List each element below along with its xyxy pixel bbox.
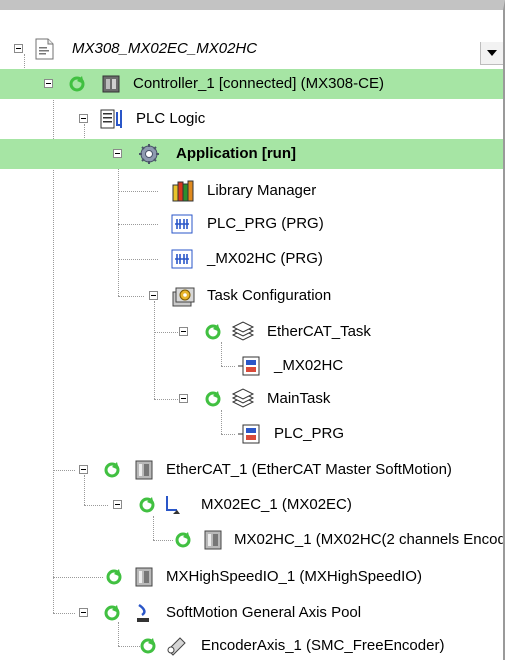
encoder-axis-icon: [167, 637, 186, 656]
collapse-toggle[interactable]: [179, 394, 188, 403]
tree-node-label: SoftMotion General Axis Pool: [166, 604, 362, 621]
device-module-icon: [135, 460, 153, 480]
running-status-icon: [104, 605, 120, 621]
collapse-toggle[interactable]: [14, 44, 23, 53]
collapse-toggle[interactable]: [179, 327, 188, 336]
tree-node-mx02ec[interactable]: MX02EC_1 (MX02EC): [0, 490, 503, 520]
plc-logic-icon: [100, 109, 122, 129]
running-status-icon: [106, 569, 122, 585]
running-status-icon: [205, 391, 221, 407]
running-status-icon: [205, 324, 221, 340]
tree-node-label: PLC_PRG: [274, 425, 345, 442]
device-module-icon: [135, 567, 153, 587]
tree-node-label: Application [run]: [176, 145, 296, 162]
tree-node-label: MXHighSpeedIO_1 (MXHighSpeedIO): [166, 568, 422, 585]
tree-node-project[interactable]: MX308_MX02EC_MX02HC: [0, 34, 503, 65]
running-status-icon: [140, 638, 156, 654]
task-stack-icon: [231, 388, 255, 408]
tree-node-task-configuration[interactable]: Task Configuration: [0, 281, 503, 311]
library-books-icon: [172, 180, 194, 202]
program-pou-icon: [171, 249, 193, 269]
tree-node-label: Controller_1 [connected] (MX308-CE): [133, 75, 384, 92]
tree-node-label: _MX02HC: [274, 357, 344, 374]
tree-node-plc-logic[interactable]: PLC Logic: [0, 104, 503, 134]
tree-node-axis-pool[interactable]: SoftMotion General Axis Pool: [0, 598, 503, 628]
tree-node-highspeedio[interactable]: MXHighSpeedIO_1 (MXHighSpeedIO): [0, 562, 503, 592]
tree-node-label: PLC Logic: [136, 110, 206, 127]
chevron-down-icon[interactable]: [480, 42, 503, 65]
tree-node-label: MX02EC_1 (MX02EC): [201, 496, 352, 513]
axis-pool-icon: [137, 603, 149, 622]
tree-node-label: MainTask: [267, 390, 331, 407]
collapse-toggle[interactable]: [113, 500, 122, 509]
running-status-icon: [104, 462, 120, 478]
tree-node-label: Task Configuration: [207, 287, 332, 304]
tree-node-ethercat-task-call[interactable]: _MX02HC: [0, 351, 503, 381]
tree-node-ethercat-task[interactable]: EtherCAT_Task: [0, 317, 503, 347]
tree-node-label: PLC_PRG (PRG): [207, 215, 324, 232]
coupler-device-icon: [166, 496, 180, 514]
collapse-toggle[interactable]: [79, 465, 88, 474]
application-gear-icon: [139, 144, 159, 164]
collapse-toggle[interactable]: [79, 608, 88, 617]
task-configuration-icon: [172, 287, 195, 307]
collapse-toggle[interactable]: [149, 291, 158, 300]
tree-node-label: EtherCAT_Task: [267, 323, 371, 340]
tree-node-label: _MX02HC (PRG): [207, 250, 323, 267]
program-pou-icon: [171, 214, 193, 234]
device-module-icon: [204, 530, 222, 550]
collapse-toggle[interactable]: [79, 114, 88, 123]
tree-node-label: MX02HC_1 (MX02HC(2 channels Encoder)): [234, 531, 505, 548]
tree-node-label: Library Manager: [207, 182, 317, 199]
tree-node-encoder-axis[interactable]: EncoderAxis_1 (SMC_FreeEncoder): [0, 631, 503, 660]
collapse-toggle[interactable]: [44, 79, 53, 88]
tree-node-mx02hc-prg[interactable]: _MX02HC (PRG): [0, 244, 503, 274]
tree-node-label: EtherCAT_1 (EtherCAT Master SoftMotion): [166, 461, 452, 478]
tree-node-main-task-call[interactable]: PLC_PRG: [0, 419, 503, 449]
tree-node-ethercat-master[interactable]: EtherCAT_1 (EtherCAT Master SoftMotion): [0, 455, 503, 485]
tree-node-label: EncoderAxis_1 (SMC_FreeEncoder): [201, 637, 445, 654]
tree-node-mx02hc[interactable]: MX02HC_1 (MX02HC(2 channels Encoder)): [0, 525, 503, 555]
task-stack-icon: [231, 321, 255, 341]
program-call-icon: [238, 356, 260, 376]
device-tree-panel: MX308_MX02EC_MX02HC Controller_1 [connec…: [0, 0, 505, 660]
collapse-toggle[interactable]: [113, 149, 122, 158]
running-status-icon: [175, 532, 191, 548]
tree-node-plc-prg[interactable]: PLC_PRG (PRG): [0, 209, 503, 239]
running-status-icon: [69, 76, 85, 92]
tree-node-controller[interactable]: Controller_1 [connected] (MX308-CE): [0, 69, 503, 99]
tree-node-application[interactable]: Application [run]: [0, 139, 503, 169]
running-status-icon: [139, 497, 155, 513]
tree-node-main-task[interactable]: MainTask: [0, 384, 503, 414]
controller-device-icon: [102, 75, 120, 93]
program-call-icon: [238, 424, 260, 444]
project-file-icon: [35, 38, 54, 60]
tree-node-label: MX308_MX02EC_MX02HC: [72, 40, 258, 57]
device-tree: MX308_MX02EC_MX02HC Controller_1 [connec…: [0, 10, 503, 660]
tree-node-library-manager[interactable]: Library Manager: [0, 176, 503, 206]
